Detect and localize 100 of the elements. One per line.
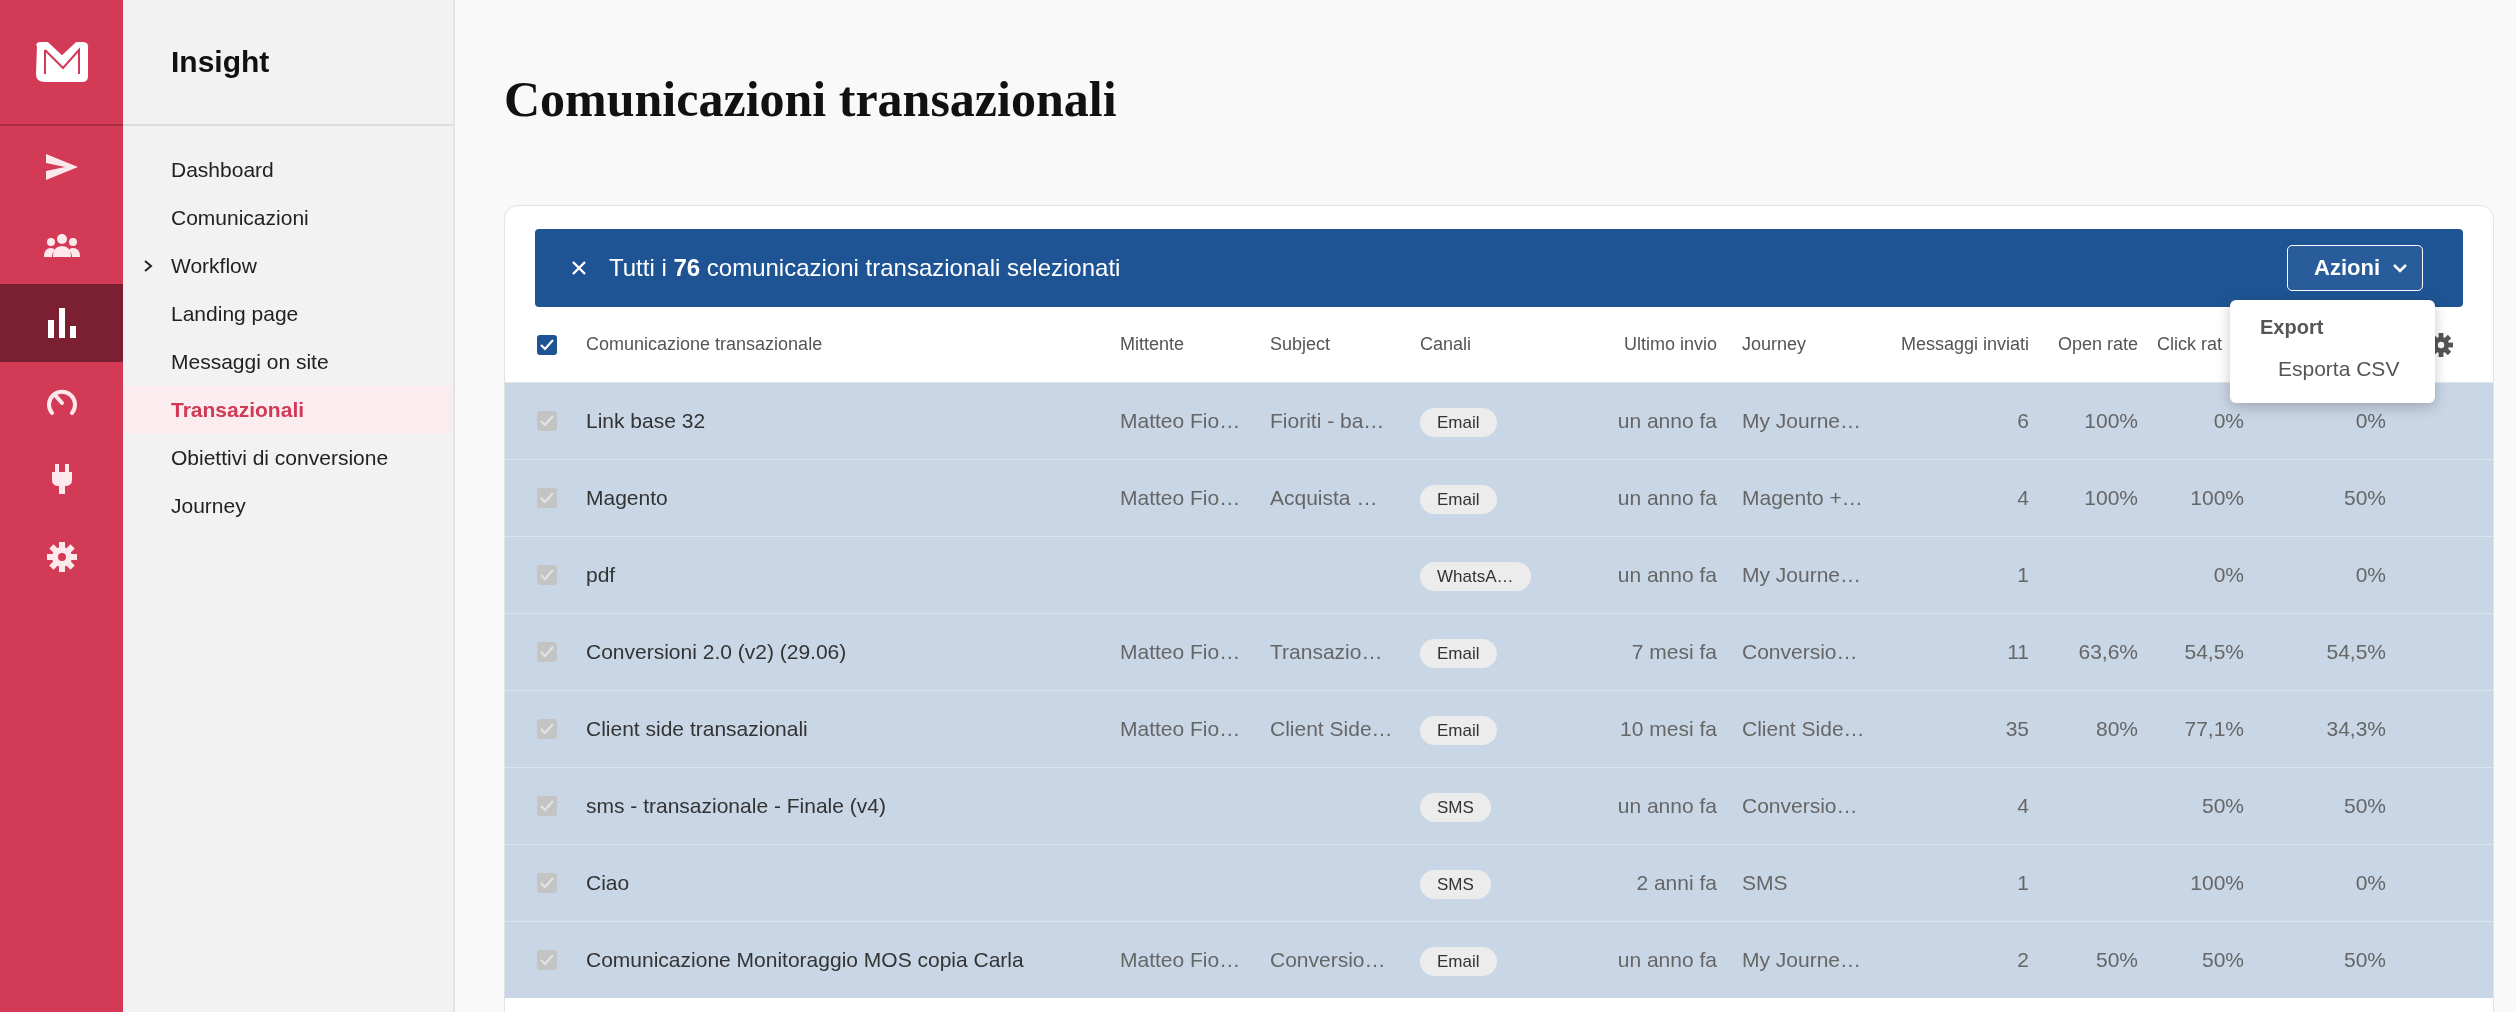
communication-name: Link base 32 (586, 409, 706, 432)
sidebar-item[interactable]: Workflow (123, 242, 453, 290)
table-row[interactable]: Comunicazione Monitoraggio MOS copia Carla Matteo Fio… Conversio… Email un anno fa My Journe… 2 50% 50% 50% (505, 921, 2493, 998)
table-cell: 100% (2084, 486, 2138, 509)
column-header[interactable]: Canali (1420, 334, 1472, 354)
sidebar-item[interactable]: Comunicazioni (123, 194, 453, 242)
table-cell: Client Side… (1742, 717, 1865, 740)
channel-tag: WhatsA… (1420, 562, 1531, 591)
table-cell: Matteo Fio… (1120, 409, 1241, 432)
table-cell: 50% (2343, 948, 2386, 971)
table-cell: Matteo Fio… (1120, 948, 1241, 971)
table-cell: 35 (2005, 717, 2029, 740)
column-header[interactable]: Journey (1742, 334, 1807, 354)
column-header[interactable]: Comunicazione transazionale (586, 334, 823, 354)
communication-name: Magento (586, 486, 668, 509)
table-cell: Acquista … (1270, 486, 1378, 509)
table-cell: 100% (2084, 409, 2138, 432)
channel-tag: Email (1420, 408, 1497, 437)
channel-tag: Email (1420, 639, 1497, 668)
table-cell: My Journe… (1742, 409, 1862, 432)
table-cell: 0% (2213, 563, 2244, 586)
table-cell: My Journe… (1742, 948, 1862, 971)
table-cell: 4 (2017, 486, 2029, 509)
table-row[interactable]: Magento Matteo Fio… Acquista … Email un anno fa Magento +… 4 100% 100% 50% (505, 459, 2493, 536)
table-cell: 100% (2190, 486, 2244, 509)
table-cell: 50% (2343, 486, 2386, 509)
table-row[interactable]: Link base 32 Matteo Fio… Fioriti - ba… Email un anno fa My Journe… 6 100% 0% 0% (505, 382, 2493, 459)
table-cell: un anno fa (1617, 794, 1717, 817)
table-cell: 7 mesi fa (1631, 640, 1717, 663)
communication-name: Ciao (586, 871, 630, 894)
communication-name: Comunicazione Monitoraggio MOS copia Carla (586, 948, 1024, 971)
column-header[interactable]: Subject (1270, 334, 1331, 354)
table-cell: 50% (2201, 948, 2244, 971)
table-row[interactable]: Ciao SMS 2 anni fa SMS 1 100% 0% (505, 844, 2493, 921)
table-cell: 1 (2017, 871, 2029, 894)
communication-name: Conversioni 2.0 (v2) (29.06) (586, 640, 847, 663)
selection-message: Tutti i 76 comunicazioni transazionali selezionati (609, 254, 1121, 282)
page-title: Comunicazioni transazionali (504, 70, 1118, 129)
table-cell: 1 (2017, 563, 2029, 586)
actions-button[interactable]: Azioni (2287, 245, 2423, 291)
table-cell: un anno fa (1617, 409, 1717, 432)
table-cell: Conversio… (1742, 794, 1858, 817)
sidebar-item[interactable]: Landing page (123, 290, 453, 338)
table-cell: 50% (2095, 948, 2138, 971)
table-cell: 34,3% (2326, 717, 2386, 740)
table-cell: 80% (2095, 717, 2138, 740)
sidebar-title: Insight (171, 45, 270, 79)
table-cell: 4 (2017, 794, 2029, 817)
sidebar-item[interactable]: Journey (123, 482, 453, 530)
table-cell: 0% (2355, 409, 2386, 432)
table-cell: un anno fa (1617, 563, 1717, 586)
column-header[interactable]: Messaggi inviati (1900, 334, 2029, 354)
table-cell: Fioriti - ba… (1270, 409, 1385, 432)
table-cell: 2 anni fa (1636, 871, 1717, 894)
table-cell: 77,1% (2184, 717, 2244, 740)
table-cell: Conversio… (1270, 948, 1386, 971)
menu-section-title: Export (2259, 315, 2325, 340)
table-cell: 54,5% (2326, 640, 2386, 663)
sidebar-item[interactable]: Obiettivi di conversione (123, 434, 453, 482)
channel-tag: SMS (1420, 793, 1491, 822)
communication-name: pdf (586, 563, 616, 586)
communication-name: sms - transazionale - Finale (v4) (586, 794, 886, 817)
sidebar-item[interactable]: Transazionali (123, 386, 453, 434)
column-header[interactable]: Ultimo invio (1623, 334, 1717, 354)
channel-tag: Email (1420, 947, 1497, 976)
table-cell: Magento +… (1742, 486, 1863, 509)
table-cell: 6 (2017, 409, 2029, 432)
table-cell: un anno fa (1617, 486, 1717, 509)
table-cell: 10 mesi fa (1620, 717, 1717, 740)
table-row[interactable]: Client side transazionali Matteo Fio… Client Side… Email 10 mesi fa Client Side… 35 80% 77,1% 34,3% (505, 690, 2493, 767)
table-row[interactable]: sms - transazionale - Finale (v4) SMS un anno fa Conversio… 4 50% 50% (505, 767, 2493, 844)
table-cell: Matteo Fio… (1120, 717, 1241, 740)
table-row[interactable]: pdf WhatsA… un anno fa My Journe… 1 0% 0% (505, 536, 2493, 613)
table-cell: 2 (2017, 948, 2029, 971)
table-cell: 0% (2355, 563, 2386, 586)
sidebar-item[interactable]: Dashboard (123, 146, 453, 194)
table-cell: Conversio… (1742, 640, 1858, 663)
column-header[interactable]: Mittente (1120, 334, 1185, 354)
table-cell: 100% (2190, 871, 2244, 894)
table-cell: 50% (2343, 794, 2386, 817)
column-header[interactable]: Click rat (2157, 334, 2222, 354)
channel-tag: Email (1420, 485, 1497, 514)
table-cell: 63,6% (2078, 640, 2138, 663)
channel-tag: Email (1420, 716, 1497, 745)
table-cell: Transazio… (1270, 640, 1383, 663)
table-cell: 0% (2355, 871, 2386, 894)
table-cell: My Journe… (1742, 563, 1862, 586)
table-cell: 0% (2213, 409, 2244, 432)
sidebar-item[interactable]: Messaggi on site (123, 338, 453, 386)
table-cell: 11 (2007, 640, 2029, 663)
table-cell: Matteo Fio… (1120, 640, 1241, 663)
table-cell: un anno fa (1617, 948, 1717, 971)
table-row[interactable]: Conversioni 2.0 (v2) (29.06) Matteo Fio… Transazio… Email 7 mesi fa Conversio… 11 63,6% 54,5% 54,5% (505, 613, 2493, 690)
communication-name: Client side transazionali (586, 717, 808, 740)
channel-tag: SMS (1420, 870, 1491, 899)
column-header[interactable]: Open rate (2057, 334, 2138, 354)
table-cell: Client Side… (1270, 717, 1393, 740)
table-cell: SMS (1742, 871, 1788, 894)
table-cell: 50% (2201, 794, 2244, 817)
table-cell: Matteo Fio… (1120, 486, 1241, 509)
